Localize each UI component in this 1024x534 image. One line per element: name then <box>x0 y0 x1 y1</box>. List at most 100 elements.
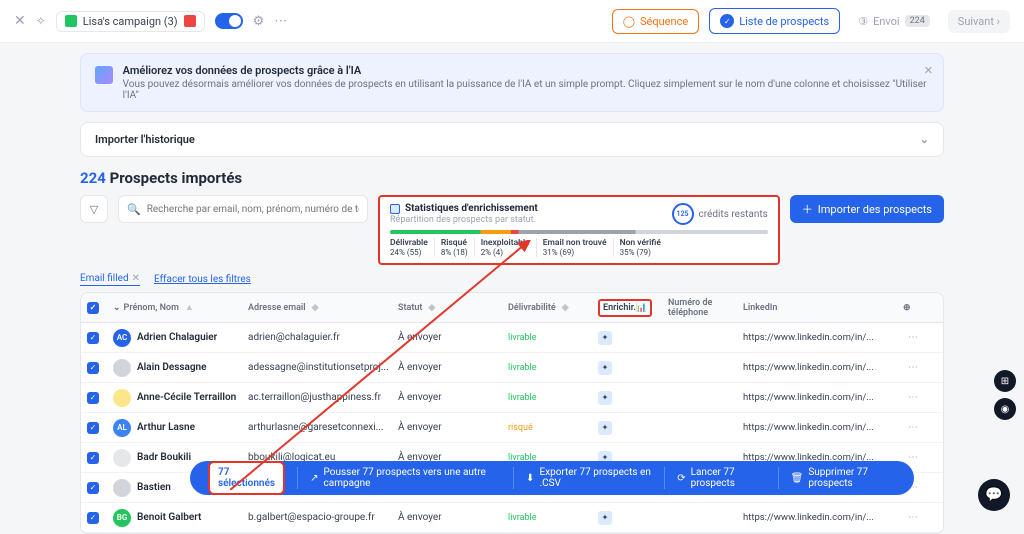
col-name[interactable]: ⌄ Prénom, Nom▲ <box>113 302 248 313</box>
cell-status: À envoyer <box>398 332 508 343</box>
clear-filters-link[interactable]: Effacer tous les filtres <box>154 274 251 285</box>
col-phone[interactable]: Numéro de téléphone <box>668 298 743 318</box>
filter-pill-email[interactable]: Email filled✕ <box>80 273 140 286</box>
sparkle-icon <box>95 66 113 84</box>
select-all-checkbox[interactable]: ✓ <box>87 302 99 314</box>
col-linkedin[interactable]: LinkedIn <box>743 303 903 313</box>
float-grid-icon[interactable]: ⊞ <box>994 370 1016 392</box>
avatar <box>113 479 131 497</box>
enrich-icon[interactable]: ✦ <box>598 511 612 525</box>
float-eye-icon[interactable]: ◉ <box>994 398 1016 420</box>
cell-name[interactable]: Alain Dessagne <box>113 359 248 377</box>
banner-close-icon[interactable]: ✕ <box>924 64 933 77</box>
cell-deliverability: livrable <box>508 363 598 373</box>
launch-button[interactable]: ⟳ Lancer 77 prospects <box>664 467 777 489</box>
cell-deliverability: livrable <box>508 513 598 523</box>
row-checkbox[interactable]: ✓ <box>87 452 99 464</box>
step-sequence[interactable]: ◯ Séquence <box>612 9 700 34</box>
enrich-icon[interactable]: ✦ <box>598 331 612 345</box>
row-more-icon[interactable]: ⋯ <box>903 512 923 523</box>
table-row: ✓ ACAdrien Chalaguieradrien@chalaguier.fr… <box>81 323 943 353</box>
row-checkbox[interactable]: ✓ <box>87 422 99 434</box>
cell-linkedin[interactable]: https://www.linkedin.com/in/... <box>743 512 903 523</box>
enrich-icon[interactable]: ✦ <box>598 421 612 435</box>
table-row: ✓ ALArthur Lasnearthurlasne@garesetconnex… <box>81 413 943 443</box>
stats-checkbox-icon <box>390 204 400 214</box>
enrichment-stats: Statistiques d'enrichissement Répartitio… <box>378 195 780 265</box>
legend-item: Délivrable24% (55) <box>390 238 434 257</box>
banner-subtitle: Vous pouvez désormais améliorer vos donn… <box>123 79 929 101</box>
cell-linkedin[interactable]: https://www.linkedin.com/in/... <box>743 362 903 373</box>
row-more-icon[interactable]: ⋯ <box>903 392 923 403</box>
row-more-icon[interactable]: ⋯ <box>903 362 923 373</box>
campaign-chip[interactable]: Lisa's campaign (3) <box>56 11 205 32</box>
col-enrich[interactable]: Enrichir.📊 <box>598 299 652 317</box>
cell-email: ac.terraillon@justhappiness.fr <box>248 392 398 403</box>
col-status[interactable]: Statut◆ <box>398 303 508 313</box>
cell-status: À envoyer <box>398 362 508 373</box>
col-deliv[interactable]: Délivrabilité◆ <box>508 303 598 313</box>
row-checkbox[interactable]: ✓ <box>87 332 99 344</box>
filter-icon[interactable]: ▽ <box>80 195 108 223</box>
chat-fab[interactable]: 💬 <box>978 479 1010 511</box>
cell-email: adrien@chalaguier.fr <box>248 332 398 343</box>
ai-banner: Améliorez vos données de prospects grâce… <box>80 53 944 112</box>
delete-button[interactable]: 🗑 Supprimer 77 prospects <box>778 467 908 489</box>
campaign-name: Lisa's campaign (3) <box>83 15 178 28</box>
search-icon: 🔍 <box>127 203 141 216</box>
campaign-badge-icon <box>184 15 196 27</box>
cell-name[interactable]: ACAdrien Chalaguier <box>113 329 248 347</box>
banner-title: Améliorez vos données de prospects grâce… <box>123 64 929 77</box>
search-field[interactable] <box>147 204 359 215</box>
row-checkbox[interactable]: ✓ <box>87 512 99 524</box>
next-button[interactable]: Suivant › <box>948 10 1010 33</box>
gear-icon[interactable]: ⚙ <box>253 14 265 29</box>
cell-linkedin[interactable]: https://www.linkedin.com/in/... <box>743 392 903 403</box>
step-send[interactable]: ③ Envoi 224 <box>850 10 938 33</box>
avatar <box>113 389 131 407</box>
search-input[interactable]: 🔍 <box>118 195 368 223</box>
avatar: AL <box>113 419 131 437</box>
cell-email: adessagne@institutionsetproj... <box>248 362 398 373</box>
prospects-table: ✓ ⌄ Prénom, Nom▲ Adresse email◆ Statut◆ … <box>80 292 944 534</box>
row-more-icon[interactable]: ⋯ <box>903 332 923 343</box>
campaign-color-icon <box>65 15 77 27</box>
chevron-down-icon: ⌄ <box>920 133 929 146</box>
credits-remaining: 125 crédits restants <box>672 203 768 225</box>
check-icon: ✓ <box>720 14 734 28</box>
enrich-icon[interactable]: ✦ <box>598 361 612 375</box>
table-row: ✓ Anne-Cécile Terraillonac.terraillon@jus… <box>81 383 943 413</box>
legend-item: Non vérifié35% (79) <box>613 238 667 257</box>
magic-wand-icon[interactable]: ✧ <box>36 14 46 28</box>
enrich-icon[interactable]: ✦ <box>598 391 612 405</box>
row-more-icon[interactable]: ⋯ <box>903 452 923 463</box>
row-checkbox[interactable]: ✓ <box>87 482 99 494</box>
campaign-toggle[interactable] <box>215 13 243 29</box>
cell-deliverability: risqué <box>508 423 598 433</box>
col-email[interactable]: Adresse email◆ <box>248 303 398 313</box>
cell-name[interactable]: BGBenoit Galbert <box>113 509 248 527</box>
remove-filter-icon[interactable]: ✕ <box>132 273 140 284</box>
cell-status: À envoyer <box>398 512 508 523</box>
row-checkbox[interactable]: ✓ <box>87 392 99 404</box>
close-icon[interactable]: ✕ <box>14 13 26 29</box>
step-prospect-list[interactable]: ✓Liste de prospects <box>709 8 840 34</box>
cell-linkedin[interactable]: https://www.linkedin.com/in/... <box>743 422 903 433</box>
bulk-action-bar: 77 sélectionnés ↗ Pousser 77 prospects v… <box>190 461 914 495</box>
cell-email: arthurlasne@garesetconnexi... <box>248 422 398 433</box>
push-to-campaign-button[interactable]: ↗ Pousser 77 prospects vers une autre ca… <box>297 467 513 489</box>
row-more-icon[interactable]: ⋯ <box>903 422 923 433</box>
cell-linkedin[interactable]: https://www.linkedin.com/in/... <box>743 332 903 343</box>
page-title: 224 Prospects importés <box>80 169 944 187</box>
col-add[interactable]: ⊕ <box>903 303 923 313</box>
selected-count-badge: 77 sélectionnés <box>208 461 285 495</box>
legend-item: Risqué8% (18) <box>434 238 474 257</box>
row-checkbox[interactable]: ✓ <box>87 362 99 374</box>
more-icon[interactable]: ⋯ <box>274 14 287 29</box>
cell-status: À envoyer <box>398 422 508 433</box>
export-csv-button[interactable]: ⬇ Exporter 77 prospects en .CSV <box>513 467 664 489</box>
cell-name[interactable]: ALArthur Lasne <box>113 419 248 437</box>
import-history-accordion[interactable]: Importer l'historique ⌄ <box>80 122 944 157</box>
cell-name[interactable]: Anne-Cécile Terraillon <box>113 389 248 407</box>
import-prospects-button[interactable]: ＋ Importer des prospects <box>790 195 944 223</box>
